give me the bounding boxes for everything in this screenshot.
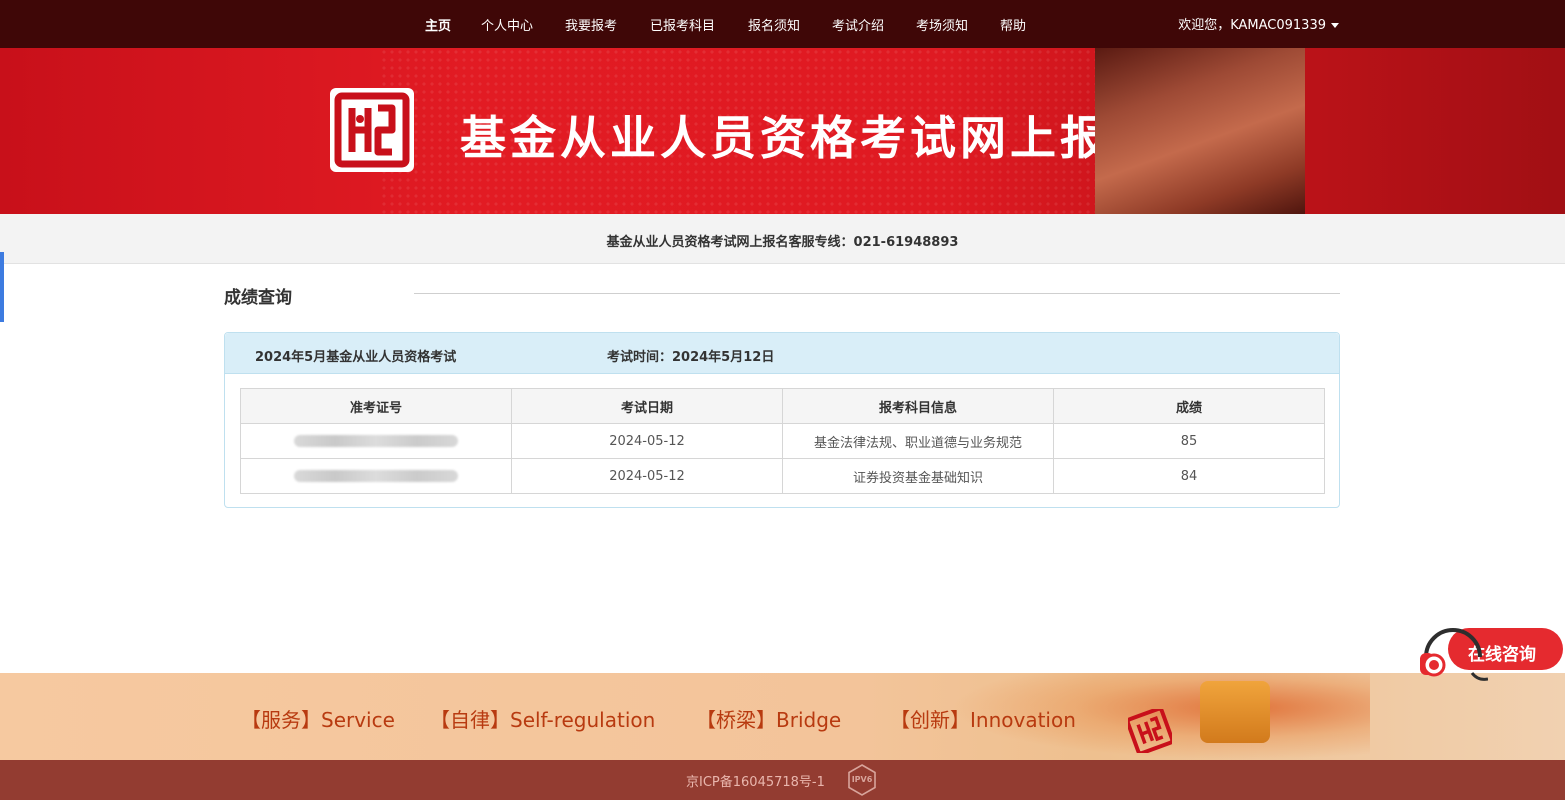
nav-item-registration-notice[interactable]: 报名须知 bbox=[748, 15, 800, 34]
caret-down-icon bbox=[1331, 23, 1339, 28]
score-panel: 2024年5月基金从业人员资格考试 考试时间：2024年5月12日 准考证号 考… bbox=[224, 332, 1340, 508]
exam-date-cell: 2024-05-12 bbox=[511, 423, 783, 459]
top-navbar: 主页 个人中心 我要报考 已报考科目 报名须知 考试介绍 考场须知 帮助 欢迎您… bbox=[0, 0, 1565, 48]
table-row: 2024-05-12 证券投资基金基础知识 84 bbox=[240, 458, 1325, 494]
table-header-row: 准考证号 考试日期 报考科目信息 成绩 bbox=[240, 388, 1325, 424]
nav-item-exam-intro[interactable]: 考试介绍 bbox=[832, 15, 884, 34]
ticket-number-cell bbox=[240, 423, 512, 459]
subject-cell: 基金法律法规、职业道德与业务规范 bbox=[782, 423, 1054, 459]
nav-item-registered-subjects[interactable]: 已报考科目 bbox=[650, 15, 715, 34]
section-divider bbox=[414, 293, 1340, 294]
header-score: 成绩 bbox=[1053, 388, 1325, 424]
icp-link[interactable]: 京ICP备16045718号-1 bbox=[686, 771, 825, 790]
user-menu-dropdown[interactable]: 欢迎您，KAMAC091339 bbox=[1178, 14, 1339, 33]
icp-footer: 京ICP备16045718号-1 IPV6 bbox=[0, 760, 1565, 800]
header-subject-info: 报考科目信息 bbox=[782, 388, 1054, 424]
table-row: 2024-05-12 基金法律法规、职业道德与业务规范 85 bbox=[240, 423, 1325, 459]
online-consult-button[interactable]: 在线咨询 bbox=[1418, 617, 1565, 687]
user-greeting: 欢迎您，KAMAC091339 bbox=[1178, 18, 1326, 33]
footer-slogan-band: 【服务】Service 【自律】Self-regulation 【桥梁】Brid… bbox=[0, 673, 1565, 760]
hotline-text: 基金从业人员资格考试网上报名客服专线：021-61948893 bbox=[606, 235, 959, 250]
header-exam-date: 考试日期 bbox=[511, 388, 783, 424]
score-cell: 85 bbox=[1053, 423, 1325, 459]
redacted-ticket-number bbox=[294, 435, 458, 447]
score-cell: 84 bbox=[1053, 458, 1325, 494]
slogan-service: 【服务】Service bbox=[241, 708, 395, 732]
side-tab-handle[interactable] bbox=[0, 252, 4, 322]
amac-logo-icon bbox=[330, 88, 414, 172]
slogan-list: 【服务】Service 【自律】Self-regulation 【桥梁】Brid… bbox=[0, 673, 1565, 760]
exam-time: 考试时间：2024年5月12日 bbox=[607, 350, 775, 365]
slogan-bridge: 【桥梁】Bridge bbox=[696, 708, 842, 732]
slogan-self-regulation: 【自律】Self-regulation bbox=[430, 708, 656, 732]
seal-photo bbox=[1095, 48, 1305, 214]
hotline-bar: 基金从业人员资格考试网上报名客服专线：021-61948893 bbox=[0, 214, 1565, 264]
panel-header: 2024年5月基金从业人员资格考试 考试时间：2024年5月12日 bbox=[225, 333, 1339, 374]
subject-cell: 证券投资基金基础知识 bbox=[782, 458, 1054, 494]
nav-item-register-exam[interactable]: 我要报考 bbox=[565, 15, 617, 34]
ipv6-label: IPV6 bbox=[851, 775, 873, 784]
header-ticket-number: 准考证号 bbox=[240, 388, 512, 424]
nav-item-personal-center[interactable]: 个人中心 bbox=[481, 15, 533, 34]
exam-date-cell: 2024-05-12 bbox=[511, 458, 783, 494]
score-table: 准考证号 考试日期 报考科目信息 成绩 2024-05-12 基金法律法规、职业… bbox=[240, 388, 1325, 494]
exam-name: 2024年5月基金从业人员资格考试 bbox=[255, 350, 457, 365]
ticket-number-cell bbox=[240, 458, 512, 494]
headset-icon bbox=[1420, 628, 1488, 681]
page-title: 成绩查询 bbox=[224, 288, 292, 308]
banner-title: 基金从业人员资格考试网上报名 bbox=[460, 111, 1160, 165]
nav-item-help[interactable]: 帮助 bbox=[1000, 15, 1026, 34]
ipv6-badge-icon: IPV6 bbox=[846, 764, 878, 796]
slogan-innovation: 【创新】Innovation bbox=[890, 708, 1076, 732]
nav-item-venue-notice[interactable]: 考场须知 bbox=[916, 15, 968, 34]
redacted-ticket-number bbox=[294, 470, 458, 482]
nav-item-home[interactable]: 主页 bbox=[425, 15, 451, 34]
header-banner: 基金从业人员资格考试网上报名 bbox=[0, 48, 1565, 214]
